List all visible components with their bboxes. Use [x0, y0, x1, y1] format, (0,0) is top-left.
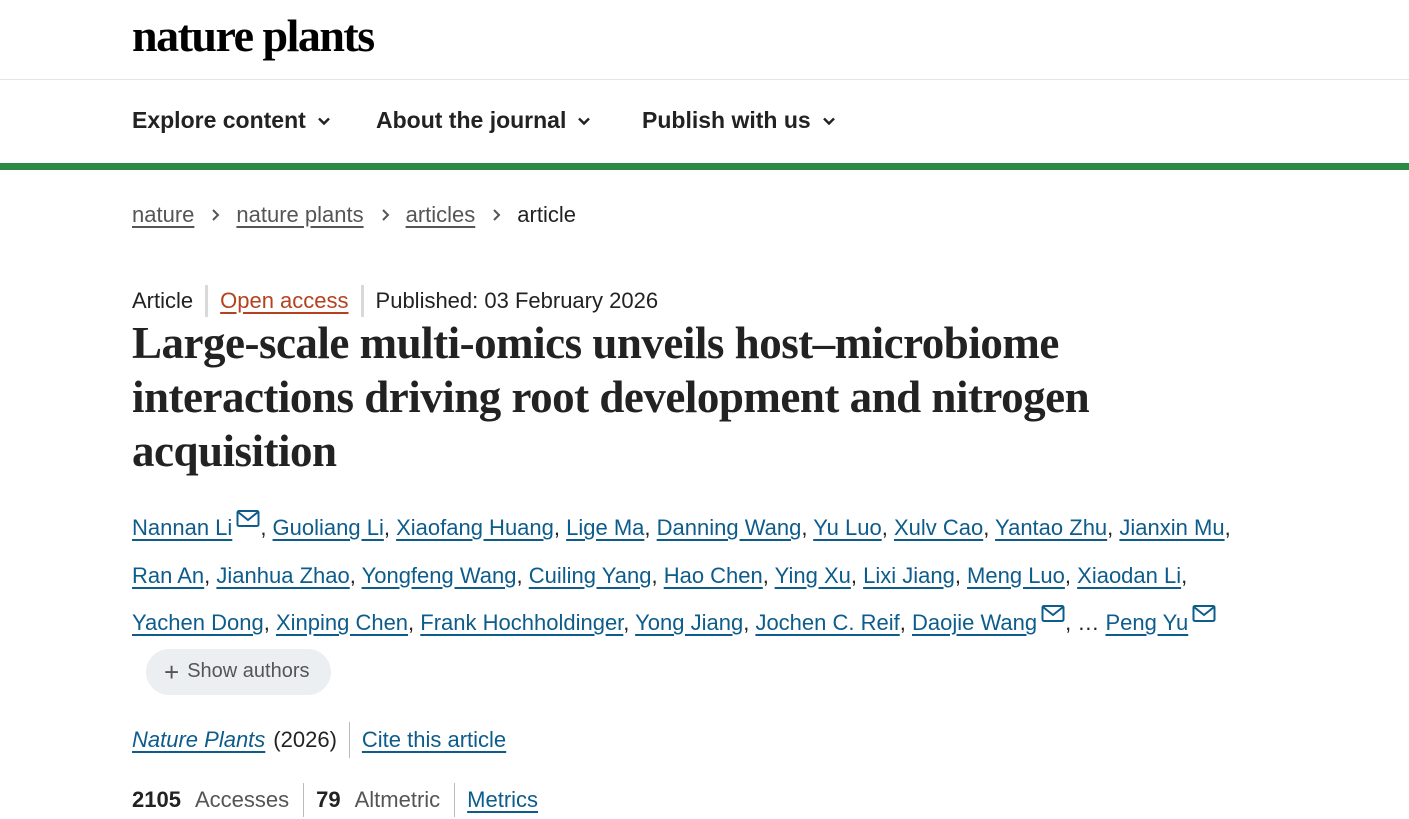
meta-divider: [360, 285, 364, 317]
author-link[interactable]: Jianxin Mu: [1119, 515, 1224, 540]
author-separator: ,: [204, 562, 217, 588]
author-separator: ,: [651, 562, 664, 588]
author-separator: ,: [1064, 562, 1078, 588]
author-separator: ,: [1065, 610, 1078, 635]
show-authors-button[interactable]: + Show authors: [146, 648, 332, 695]
altmetric-count: 79: [316, 787, 341, 812]
citation-divider: [348, 722, 350, 758]
chevron-down-icon: [822, 117, 835, 125]
author-link[interactable]: Xinping Chen: [276, 610, 408, 635]
author-link[interactable]: Xulv Cao: [894, 515, 983, 540]
article-type: Article: [132, 288, 194, 313]
accesses-count: 2105: [132, 787, 181, 812]
accesses-label: Accesses: [194, 787, 290, 812]
author-separator: ,: [954, 562, 968, 588]
show-authors-label: Show authors: [187, 659, 310, 682]
email-icon[interactable]: [1041, 604, 1065, 624]
author-link[interactable]: Xiaofang Huang: [396, 515, 554, 540]
chevron-right-icon: [381, 209, 390, 221]
breadcrumb-current: article: [517, 202, 576, 227]
author-link[interactable]: Hao Chen: [664, 563, 763, 588]
author-link[interactable]: Frank Hochholdinger: [420, 610, 623, 635]
author-separator: ,: [623, 610, 636, 635]
nav-explore-content[interactable]: Explore content: [132, 107, 332, 134]
chevron-down-icon: [578, 117, 591, 125]
author-link[interactable]: Yachen Dong: [132, 610, 264, 635]
author-separator: ,: [743, 610, 756, 635]
author-separator: ,: [801, 515, 814, 540]
cite-this-article-link[interactable]: Cite this article: [362, 727, 506, 753]
site-header: nature plants: [0, 0, 1409, 80]
metrics-divider: [303, 783, 305, 817]
nav-label: Publish with us: [642, 107, 811, 133]
author-link[interactable]: Jianhua Zhao: [216, 563, 349, 588]
breadcrumb-nature[interactable]: nature: [132, 202, 194, 228]
author-link[interactable]: Ran An: [132, 563, 204, 588]
author-separator: ,: [762, 562, 775, 588]
author-separator: ,: [850, 562, 864, 588]
author-link[interactable]: Meng Luo: [967, 563, 1065, 588]
open-access-link[interactable]: Open access: [220, 288, 348, 314]
author-link[interactable]: Guoliang Li: [273, 515, 384, 540]
breadcrumb: nature nature plants articles article: [132, 202, 576, 228]
citation-line: Nature Plants (2026) Cite this article: [132, 722, 506, 758]
breadcrumb-nature-plants[interactable]: nature plants: [236, 202, 363, 228]
author-separator: ,: [1224, 515, 1231, 540]
chevron-down-icon: [317, 117, 330, 125]
chevron-right-icon: [493, 209, 501, 221]
nav-label: About the journal: [376, 107, 567, 133]
author-link[interactable]: Peng Yu: [1105, 610, 1188, 635]
altmetric-label: Altmetric: [354, 787, 441, 812]
author-separator: ,: [516, 562, 529, 588]
nav-about-the-journal[interactable]: About the journal: [376, 107, 592, 134]
journal-link[interactable]: Nature Plants: [132, 727, 265, 753]
author-link[interactable]: Danning Wang: [657, 515, 802, 540]
author-separator: ,: [263, 610, 276, 635]
author-separator: ,: [899, 610, 912, 635]
email-icon[interactable]: [236, 509, 260, 529]
author-link[interactable]: Ying Xu: [775, 563, 851, 588]
email-icon[interactable]: [1192, 604, 1216, 624]
author-separator: ,: [408, 610, 421, 635]
author-separator: ,: [644, 515, 657, 540]
author-link[interactable]: Nannan Li: [132, 515, 232, 540]
author-separator: ,: [260, 515, 273, 540]
author-link[interactable]: Lige Ma: [566, 515, 644, 540]
author-separator: ,: [881, 515, 894, 540]
nav-divider: [0, 163, 1409, 170]
author-link[interactable]: Daojie Wang: [912, 610, 1037, 635]
author-separator: ,: [983, 515, 996, 540]
published-date: Published: 03 February 2026: [375, 288, 659, 313]
meta-divider: [205, 285, 209, 317]
article-metrics: 2105 Accesses 79 Altmetric Metrics: [132, 782, 538, 818]
author-link[interactable]: Lixi Jiang: [863, 563, 955, 588]
journal-logo[interactable]: nature plants: [132, 6, 375, 66]
author-link[interactable]: Xiaodan Li: [1077, 563, 1181, 588]
publication-year: (2026): [273, 727, 337, 752]
article-title: Large-scale multi-omics unveils host–mic…: [132, 318, 1090, 476]
main-nav: Explore content About the journal Publis…: [0, 81, 1409, 163]
author-link[interactable]: Yantao Zhu: [995, 515, 1107, 540]
article-meta: Article Open access Published: 03 Februa…: [132, 284, 658, 318]
breadcrumb-articles[interactable]: articles: [406, 202, 476, 228]
author-link[interactable]: Jochen C. Reif: [755, 610, 899, 635]
author-list: Nannan Li, Guoliang Li, Xiaofang Huang, …: [132, 504, 1262, 695]
author-separator: ,: [383, 515, 397, 540]
author-link[interactable]: Cuiling Yang: [529, 563, 652, 588]
author-ellipsis: …: [1077, 610, 1100, 635]
author-link[interactable]: Yongfeng Wang: [362, 563, 517, 588]
metrics-link[interactable]: Metrics: [467, 787, 538, 813]
author-link[interactable]: Yong Jiang: [635, 610, 743, 635]
author-separator: ,: [349, 562, 362, 588]
author-separator: ,: [553, 515, 567, 540]
author-separator: ,: [1107, 515, 1120, 540]
nav-publish-with-us[interactable]: Publish with us: [642, 107, 837, 134]
author-link[interactable]: Yu Luo: [813, 515, 882, 540]
plus-icon: +: [164, 656, 180, 687]
metrics-divider: [454, 783, 456, 817]
author-separator: ,: [1181, 562, 1188, 588]
nav-label: Explore content: [132, 107, 306, 133]
chevron-right-icon: [212, 209, 220, 221]
